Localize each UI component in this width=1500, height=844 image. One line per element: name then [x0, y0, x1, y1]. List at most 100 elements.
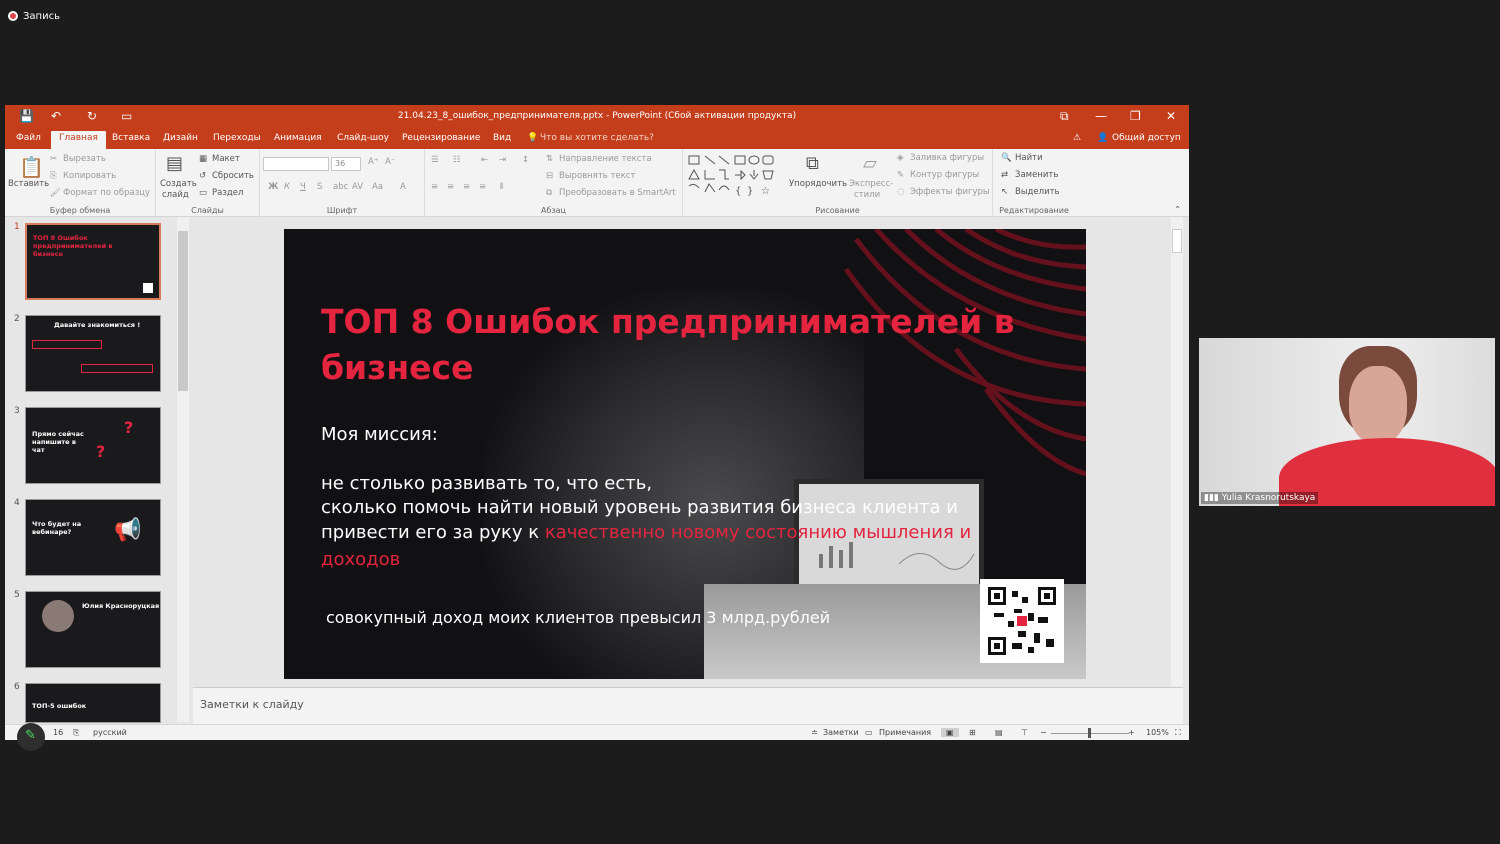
collapse-ribbon-icon[interactable]: ⌃	[1174, 205, 1181, 215]
paste-button[interactable]: Вставить	[8, 179, 49, 189]
shadow-icon[interactable]: S	[317, 182, 322, 192]
replace-button[interactable]: Заменить	[1015, 170, 1058, 180]
copy-icon[interactable]: ⎘	[50, 171, 57, 181]
font-size-select[interactable]: 36	[331, 157, 361, 171]
smartart-icon[interactable]: ⧉	[546, 188, 552, 198]
align-text-icon[interactable]: ⊟	[546, 171, 553, 181]
bullets-icon[interactable]: ☰	[431, 155, 439, 165]
slide-text-line3[interactable]: привести его за руку к качественно новом…	[321, 520, 1081, 545]
underline-icon[interactable]: Ч	[300, 182, 306, 192]
shape-outline-button[interactable]: Контур фигуры	[910, 170, 979, 180]
reset-button[interactable]: Сбросить	[212, 171, 254, 181]
shape-outline-icon[interactable]: ✎	[897, 170, 904, 180]
quick-styles-button-line2[interactable]: стили	[854, 190, 880, 200]
arrange-button[interactable]: Упорядочить	[789, 179, 847, 189]
align-right-icon[interactable]: ≡	[463, 182, 470, 192]
slide-text-line4[interactable]: доходов	[321, 547, 400, 572]
share-button[interactable]: Общий доступ	[1112, 133, 1181, 143]
notes-pane[interactable]: Заметки к слайду	[193, 687, 1183, 724]
align-center-icon[interactable]: ≡	[447, 182, 454, 192]
scroll-thumb[interactable]	[178, 231, 188, 391]
text-direction-button[interactable]: Направление текста	[559, 154, 652, 164]
new-slide-icon[interactable]: ▤	[166, 153, 183, 174]
cut-icon[interactable]: ✂	[50, 154, 57, 164]
close-icon[interactable]: ✕	[1166, 109, 1176, 123]
justify-icon[interactable]: ≡	[479, 182, 486, 192]
numbering-icon[interactable]: ☷	[453, 155, 461, 165]
section-icon[interactable]: ▭	[199, 188, 207, 198]
thumbnail-slide-1[interactable]: ТОП 8 Ошибок предпринимателей в бизнесе	[25, 223, 161, 300]
align-text-button[interactable]: Выровнять текст	[559, 171, 635, 181]
sorter-view-icon[interactable]: ⊞	[969, 728, 976, 737]
zoom-level[interactable]: 105%	[1146, 728, 1169, 737]
quick-styles-button[interactable]: Экспресс-	[849, 179, 893, 189]
ribbon-display-icon[interactable]: ⧉	[1060, 109, 1069, 124]
replace-icon[interactable]: ⇄	[1001, 170, 1008, 180]
slide-mission[interactable]: Моя миссия:	[321, 422, 438, 447]
tab-transitions[interactable]: Переходы	[213, 133, 261, 143]
slide-text-line1[interactable]: не столько развивать то, что есть,	[321, 471, 652, 496]
slide-title[interactable]: ТОП 8 Ошибок предпринимателей в бизнесе	[321, 299, 1021, 391]
reading-view-icon[interactable]: ▤	[995, 728, 1003, 737]
tell-me-input[interactable]: Что вы хотите сделать?	[540, 133, 654, 143]
format-painter-button[interactable]: Формат по образцу	[63, 188, 150, 198]
shapes-gallery[interactable]: {} ☆	[687, 154, 783, 198]
slide-income-text[interactable]: совокупный доход моих клиентов превысил …	[326, 605, 830, 630]
italic-icon[interactable]: К	[284, 182, 290, 192]
notes-icon[interactable]: ≐	[811, 728, 818, 737]
char-spacing-icon[interactable]: AV	[352, 182, 363, 192]
comments-button[interactable]: Примечания	[879, 728, 931, 737]
shape-effects-icon[interactable]: ◌	[897, 187, 904, 197]
new-slide-button[interactable]: Создать	[160, 179, 197, 189]
comments-icon[interactable]: ▭	[865, 728, 873, 737]
tab-slideshow[interactable]: Слайд-шоу	[337, 133, 389, 143]
notes-button[interactable]: Заметки	[823, 728, 859, 737]
thumbnail-slide-4[interactable]: Что будет на вебинаре? 📢	[25, 499, 161, 576]
section-button[interactable]: Раздел	[212, 188, 243, 198]
language[interactable]: русский	[93, 728, 127, 737]
find-button[interactable]: Найти	[1015, 153, 1043, 163]
smartart-button[interactable]: Преобразовать в SmartArt	[559, 188, 676, 198]
tab-file[interactable]: Файл	[16, 133, 41, 143]
tell-me-icon[interactable]: 💡	[527, 133, 538, 143]
zoom-out-icon[interactable]: −	[1040, 728, 1047, 737]
format-painter-icon[interactable]: 🖌	[50, 188, 61, 198]
tab-home[interactable]: Главная	[51, 131, 106, 149]
font-color-icon[interactable]: A	[400, 182, 406, 192]
quick-styles-icon[interactable]: ▱	[863, 153, 877, 174]
columns-icon[interactable]: ⫴	[500, 182, 504, 192]
strikethrough-icon[interactable]: abc	[333, 182, 348, 192]
font-shrink-icon[interactable]: A⁻	[385, 157, 395, 167]
slide-scrollbar[interactable]	[1171, 217, 1183, 687]
cut-button[interactable]: Вырезать	[63, 154, 106, 164]
zoom-slider-thumb[interactable]	[1088, 728, 1091, 738]
thumbnail-slide-6[interactable]: ТОП-5 ошибок	[25, 683, 161, 723]
maximize-icon[interactable]: ❐	[1130, 109, 1141, 123]
shape-fill-button[interactable]: Заливка фигуры	[910, 153, 984, 163]
arrange-icon[interactable]: ⧉	[806, 153, 819, 174]
font-grow-icon[interactable]: A⁺	[368, 157, 378, 167]
text-direction-icon[interactable]: ⇅	[546, 154, 553, 164]
align-left-icon[interactable]: ≡	[431, 182, 438, 192]
line-spacing-icon[interactable]: ↕	[522, 155, 529, 165]
normal-view-icon[interactable]: ▣	[941, 728, 959, 737]
fit-slide-icon[interactable]: ⛶	[1175, 728, 1181, 738]
paste-icon[interactable]: 📋	[19, 155, 44, 179]
minimize-icon[interactable]: —	[1095, 109, 1107, 123]
slide-canvas[interactable]: ТОП 8 Ошибок предпринимателей в бизнесе …	[284, 229, 1086, 679]
thumbnail-slide-5[interactable]: Юлия Красноруцкая	[25, 591, 161, 668]
thumbnails-scrollbar[interactable]	[177, 217, 189, 722]
spellcheck-icon[interactable]: ⎘	[73, 728, 79, 738]
slide-text-line2[interactable]: сколько помочь найти новый уровень разви…	[321, 495, 958, 520]
select-button[interactable]: Выделить	[1015, 187, 1060, 197]
tab-review[interactable]: Рецензирование	[402, 133, 480, 143]
indent-icon[interactable]: ⇤	[481, 155, 488, 165]
tab-view[interactable]: Вид	[493, 133, 511, 143]
tab-animation[interactable]: Анимация	[274, 133, 322, 143]
copy-button[interactable]: Копировать	[63, 171, 116, 181]
zoom-in-icon[interactable]: +	[1128, 728, 1135, 737]
find-icon[interactable]: 🔍	[1001, 153, 1012, 163]
reset-icon[interactable]: ↺	[199, 171, 206, 181]
new-slide-button-line2[interactable]: слайд	[162, 190, 189, 200]
bold-icon[interactable]: Ж	[268, 182, 278, 192]
